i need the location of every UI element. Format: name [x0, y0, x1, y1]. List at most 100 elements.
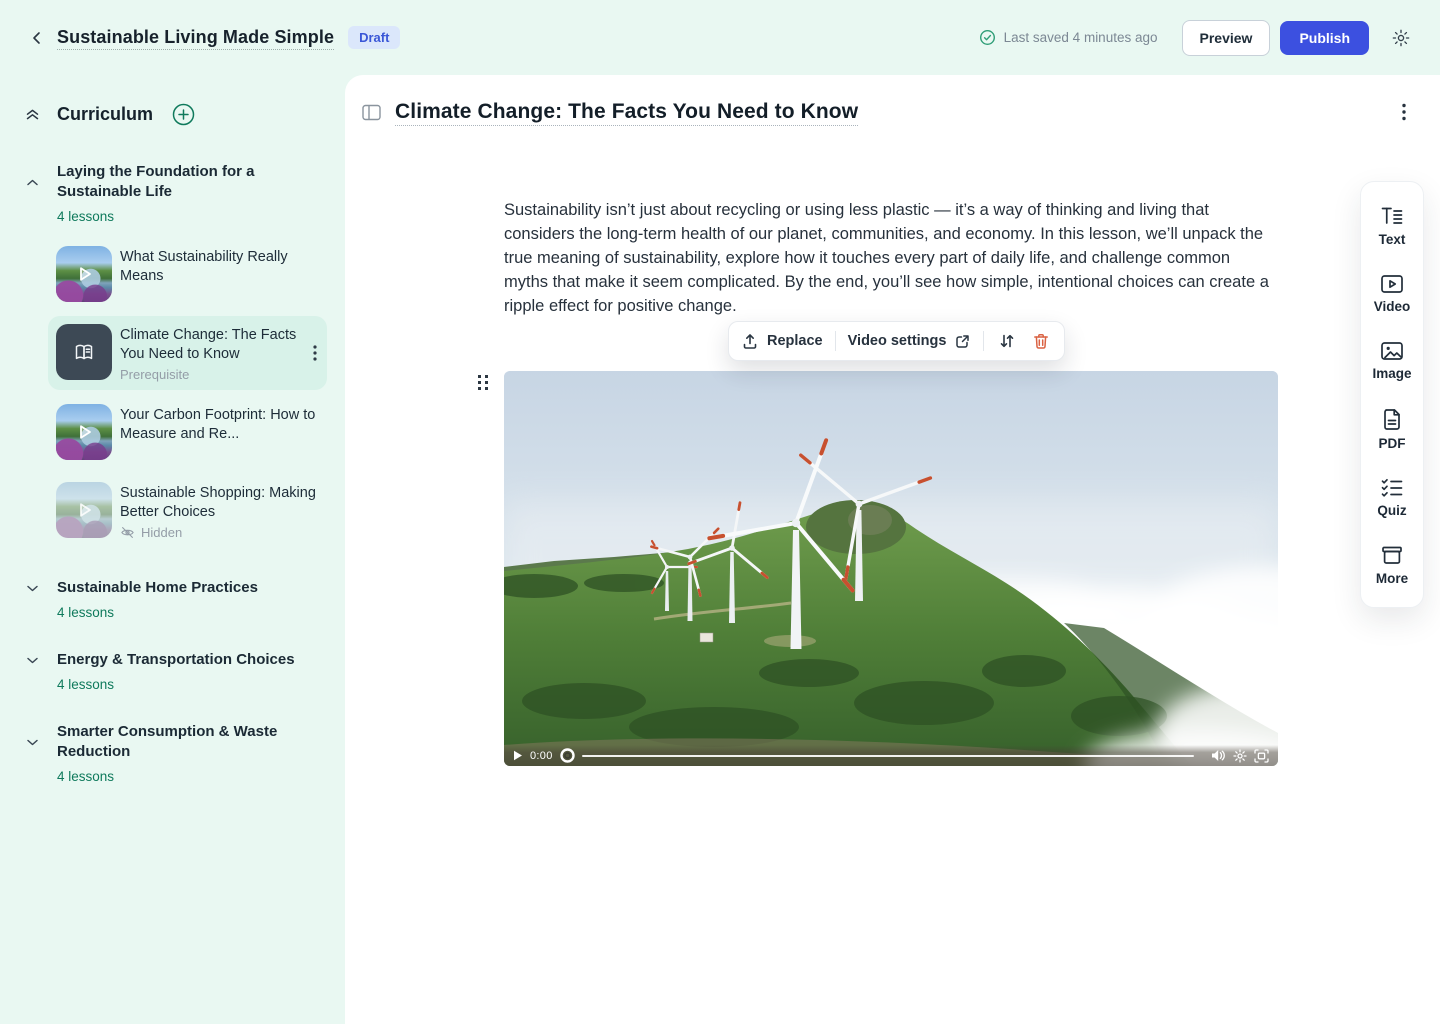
section-toggle[interactable]: Laying the Foundation for a Sustainable … [24, 162, 329, 202]
hidden-label: Hidden [141, 525, 182, 540]
lesson-video-thumbnail [56, 246, 112, 302]
toggle-sidebar-button[interactable] [362, 104, 381, 121]
insert-item-label: PDF [1379, 436, 1406, 451]
video-icon [1380, 274, 1404, 294]
toolbar-divider [983, 331, 984, 351]
chevron-left-icon [29, 30, 45, 46]
lesson-reading-tile [56, 324, 112, 380]
image-icon [1380, 341, 1404, 361]
chevron-down-icon [24, 581, 40, 596]
app-header: Sustainable Living Made Simple Draft Las… [0, 0, 1440, 75]
book-open-icon [71, 339, 97, 365]
insert-block-toolbar: Text Video Image PDF Quiz More [1360, 181, 1424, 608]
curriculum-section: Smarter Consumption & Waste Reduction 4 … [24, 722, 329, 784]
section-title: Smarter Consumption & Waste Reduction [57, 722, 329, 762]
curriculum-sidebar: Curriculum Laying the Foundation for a S… [0, 75, 345, 1024]
insert-item-label: Quiz [1377, 503, 1406, 518]
section-title: Sustainable Home Practices [57, 578, 258, 598]
back-button[interactable] [25, 26, 49, 50]
block-drag-handle[interactable] [477, 374, 489, 391]
insert-video-button[interactable]: Video [1374, 274, 1411, 314]
lesson-item[interactable]: What Sustainability Really Means [48, 238, 327, 310]
insert-quiz-button[interactable]: Quiz [1377, 478, 1406, 518]
insert-pdf-button[interactable]: PDF [1379, 408, 1406, 451]
lesson-meta: Hidden [120, 525, 319, 540]
lesson-editor-panel: Climate Change: The Facts You Need to Kn… [345, 75, 1440, 1024]
last-saved-text: Last saved 4 minutes ago [1004, 30, 1158, 45]
lesson-title: Climate Change: The Facts You Need to Kn… [120, 326, 303, 364]
lesson-menu-button[interactable] [311, 341, 319, 365]
sidebar-heading: Curriculum [57, 104, 153, 125]
add-section-button[interactable] [172, 103, 195, 126]
insert-more-button[interactable]: More [1376, 545, 1408, 586]
section-toggle[interactable]: Sustainable Home Practices [24, 578, 329, 598]
gear-icon [1391, 28, 1411, 48]
section-lesson-count: 4 lessons [57, 209, 329, 224]
section-lesson-count: 4 lessons [57, 769, 329, 784]
scrubber-handle[interactable] [560, 748, 575, 763]
insert-image-button[interactable]: Image [1372, 341, 1411, 381]
lesson-item[interactable]: Your Carbon Footprint: How to Measure an… [48, 396, 327, 468]
section-title: Laying the Foundation for a Sustainable … [57, 162, 329, 202]
section-toggle[interactable]: Energy & Transportation Choices [24, 650, 329, 670]
insert-item-label: More [1376, 571, 1408, 586]
video-control-bar: 0:00 [504, 745, 1278, 766]
text-icon [1380, 205, 1404, 227]
curriculum-section: Sustainable Home Practices 4 lessons [24, 578, 329, 620]
section-lesson-count: 4 lessons [57, 677, 329, 692]
chevron-up-icon [24, 175, 40, 190]
chevron-down-icon [24, 735, 40, 750]
insert-item-label: Text [1379, 232, 1406, 247]
lesson-title: Your Carbon Footprint: How to Measure an… [120, 406, 319, 444]
play-button[interactable] [513, 750, 523, 761]
lesson-title: Sustainable Shopping: Making Better Choi… [120, 484, 319, 522]
status-badge: Draft [348, 26, 400, 49]
video-frame-wind-turbines [504, 371, 1278, 766]
section-lesson-count: 4 lessons [57, 605, 329, 620]
chevron-down-icon [24, 653, 40, 668]
last-saved-status: Last saved 4 minutes ago [979, 29, 1158, 46]
video-settings-label: Video settings [848, 333, 947, 349]
lesson-video-thumbnail [56, 404, 112, 460]
video-player[interactable]: 0:00 [504, 371, 1278, 766]
play-icon [56, 404, 112, 460]
replace-label: Replace [767, 333, 823, 349]
move-block-button[interactable] [996, 330, 1018, 352]
preview-button[interactable]: Preview [1182, 20, 1271, 56]
more-icon [1380, 545, 1404, 566]
course-title[interactable]: Sustainable Living Made Simple [57, 27, 334, 48]
fullscreen-icon[interactable] [1254, 749, 1269, 763]
lesson-page-menu-button[interactable] [1398, 99, 1410, 125]
sort-arrows-icon [998, 332, 1016, 350]
publish-button[interactable]: Publish [1280, 21, 1369, 55]
lesson-page-title[interactable]: Climate Change: The Facts You Need to Kn… [395, 100, 858, 124]
curriculum-section: Laying the Foundation for a Sustainable … [24, 162, 329, 548]
external-link-icon [954, 333, 971, 350]
lesson-intro-paragraph[interactable]: Sustainability isn’t just about recyclin… [504, 198, 1272, 318]
insert-text-button[interactable]: Text [1379, 205, 1406, 247]
check-circle-icon [979, 29, 996, 46]
video-block-toolbar: Replace Video settings [728, 321, 1065, 361]
replace-video-button[interactable]: Replace [741, 332, 823, 350]
progress-track[interactable] [582, 755, 1194, 757]
trash-icon [1032, 332, 1050, 350]
volume-icon[interactable] [1211, 749, 1226, 762]
lesson-title: What Sustainability Really Means [120, 248, 319, 286]
lesson-item-selected[interactable]: Climate Change: The Facts You Need to Kn… [48, 316, 327, 390]
insert-item-label: Image [1372, 366, 1411, 381]
lesson-meta: Prerequisite [120, 367, 303, 382]
section-toggle[interactable]: Smarter Consumption & Waste Reduction [24, 722, 329, 762]
play-icon [56, 482, 112, 538]
insert-item-label: Video [1374, 299, 1411, 314]
curriculum-section: Energy & Transportation Choices 4 lesson… [24, 650, 329, 692]
quiz-icon [1380, 478, 1404, 498]
lesson-item-hidden[interactable]: Sustainable Shopping: Making Better Choi… [48, 474, 327, 548]
player-settings-icon[interactable] [1233, 749, 1247, 763]
video-settings-button[interactable]: Video settings [848, 333, 972, 350]
video-time: 0:00 [530, 750, 553, 762]
collapse-all-button[interactable] [24, 106, 40, 123]
delete-block-button[interactable] [1030, 330, 1052, 352]
toolbar-divider [835, 331, 836, 351]
settings-button[interactable] [1387, 24, 1415, 52]
upload-icon [741, 332, 759, 350]
